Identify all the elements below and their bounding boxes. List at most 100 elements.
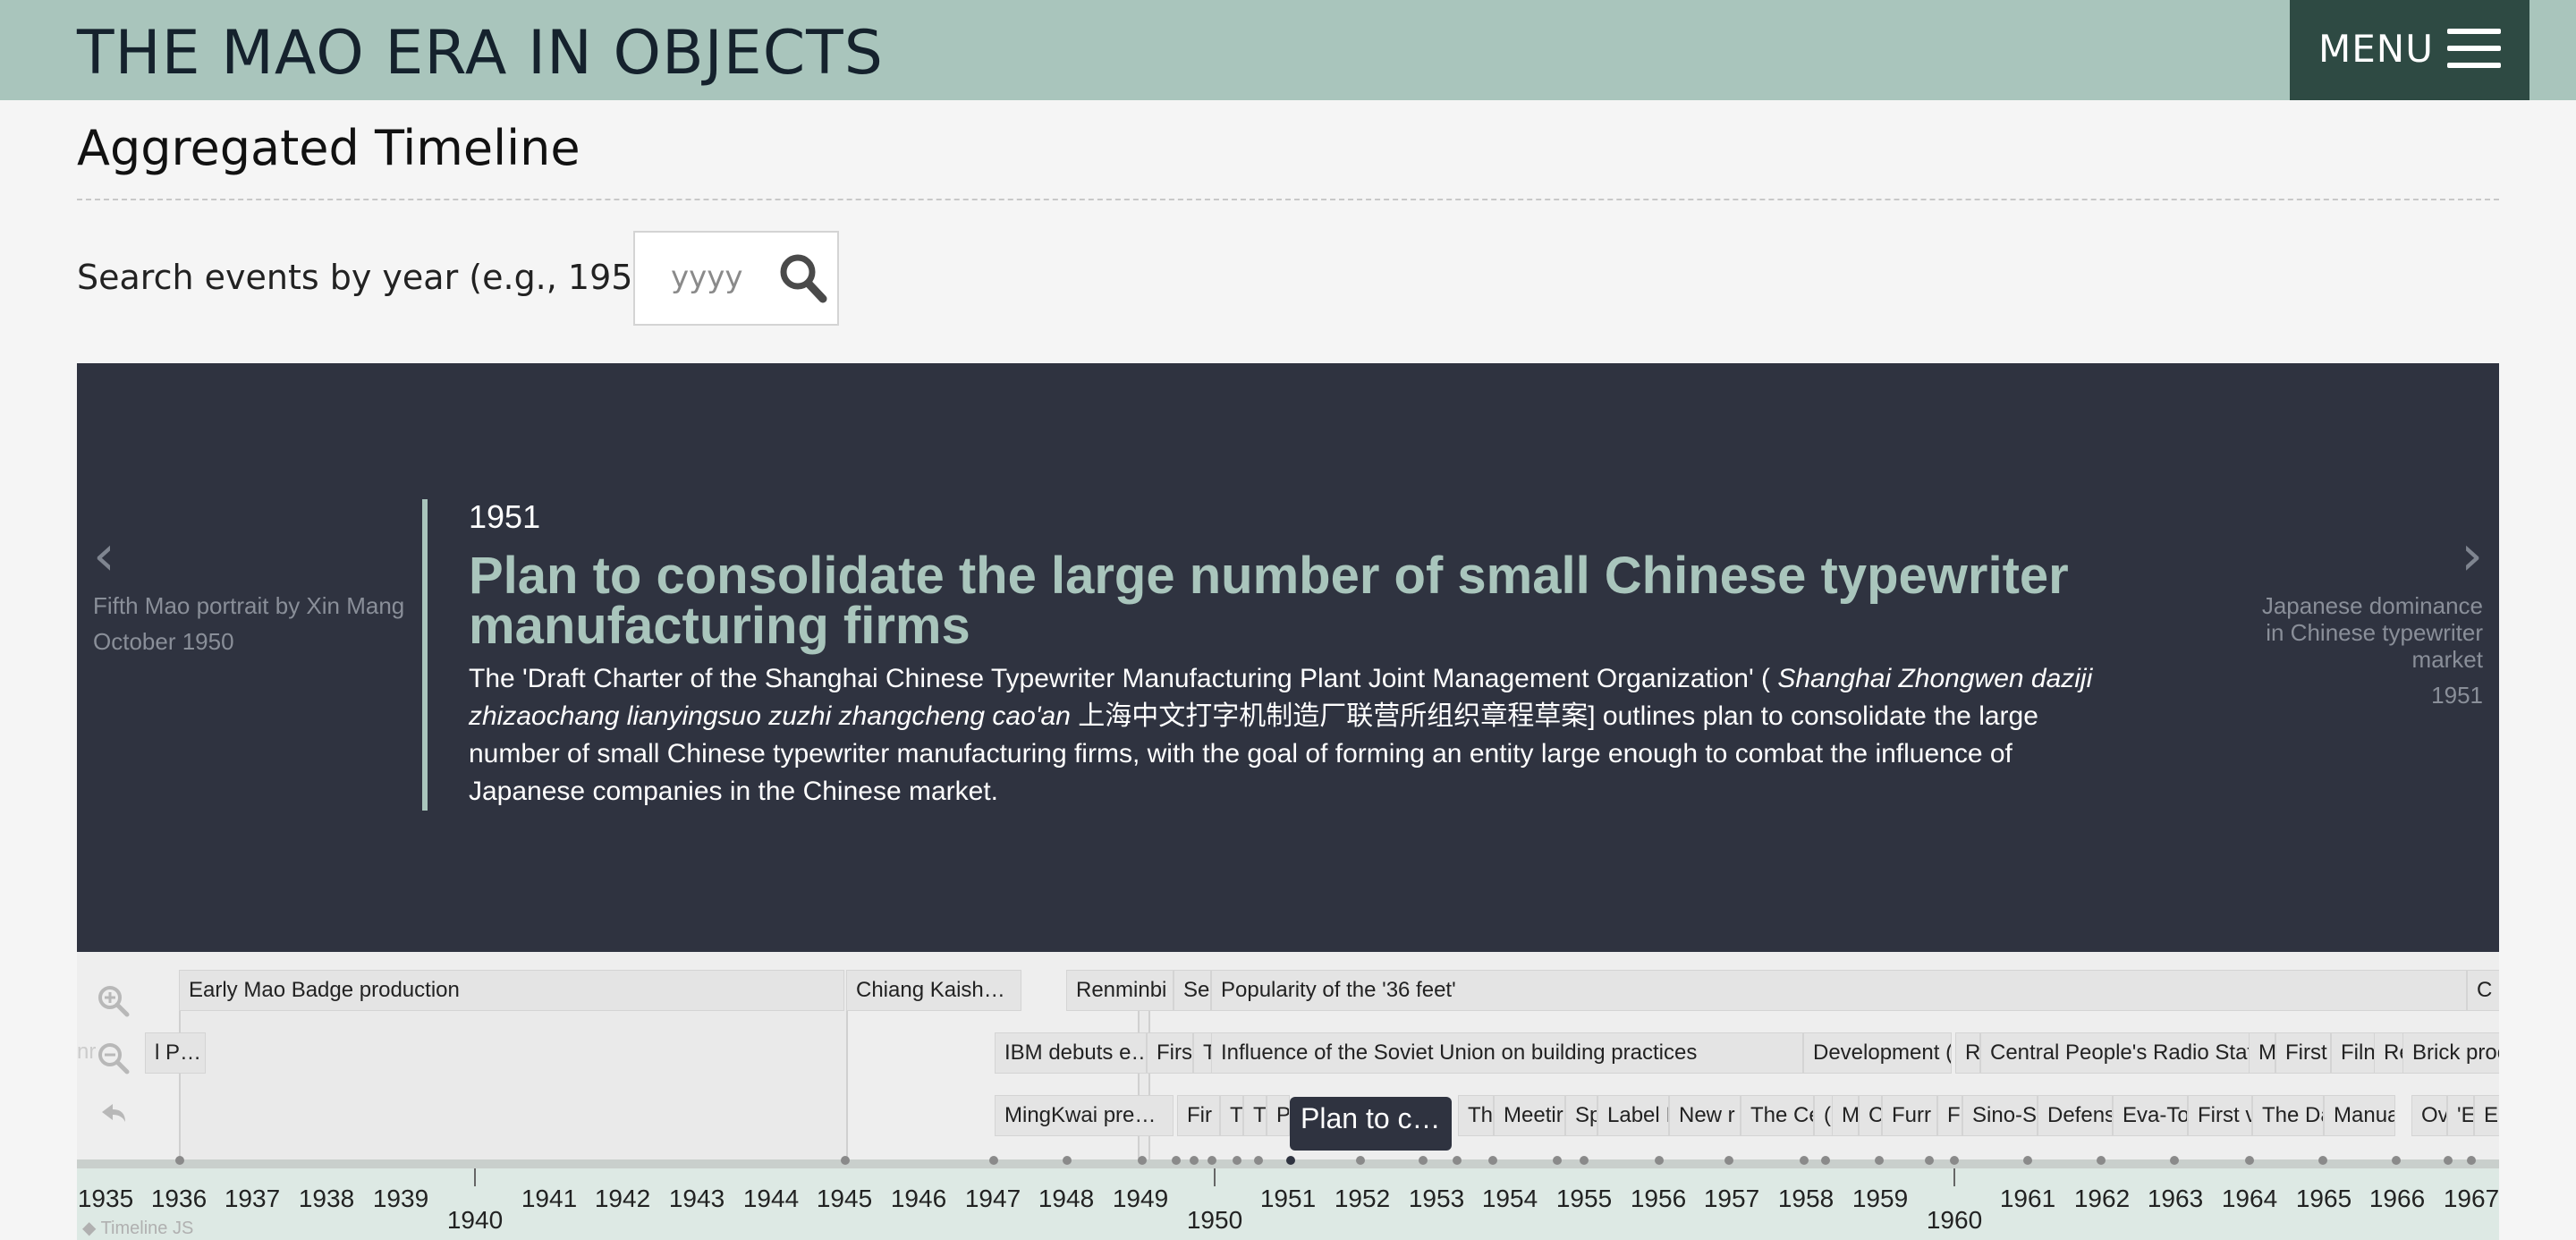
timeline-event[interactable]: l P… <box>145 1032 206 1074</box>
zoom-out-icon[interactable] <box>97 1041 131 1075</box>
menu-button[interactable]: MENU <box>2290 0 2529 100</box>
search-icon[interactable] <box>778 252 828 304</box>
event-marker <box>175 1156 184 1165</box>
active-timeline-event[interactable]: Plan to c… <box>1290 1097 1452 1151</box>
timeline-event[interactable]: Influence of the Soviet Union on buildin… <box>1211 1032 1803 1074</box>
year-tick: 1957 <box>1703 1185 1760 1212</box>
search-label: Search events by year (e.g., 1950): <box>77 258 680 297</box>
event-marker <box>1233 1156 1241 1165</box>
timeline-event[interactable]: Furr <box>1882 1095 1937 1136</box>
event-marker <box>1875 1156 1884 1165</box>
timeline-event[interactable]: Th <box>1458 1095 1494 1136</box>
event-marker <box>2170 1156 2179 1165</box>
timeline-event[interactable]: Popularity of the '36 feet' <box>1211 970 2467 1011</box>
decade-tick <box>474 1168 476 1186</box>
timeline-event[interactable]: Fir <box>1177 1095 1220 1136</box>
timeline-event[interactable]: Sino-S <box>1962 1095 2038 1136</box>
timeline-event[interactable]: First <box>2275 1032 2331 1074</box>
timeline-event[interactable]: Chiang Kaish… <box>846 970 1021 1011</box>
decade-tick <box>1953 1168 1955 1186</box>
timeline-event[interactable]: C <box>1859 1095 1882 1136</box>
event-marker <box>1488 1156 1497 1165</box>
year-tick: 1949 <box>1112 1185 1169 1212</box>
timeline-event[interactable]: P <box>1267 1095 1290 1136</box>
event-marker <box>1208 1156 1216 1165</box>
time-axis: 1935 1936 1937 1938 1939 1941 1942 1943 … <box>77 1156 2499 1240</box>
year-tick: 1959 <box>1852 1185 1909 1212</box>
year-tick: 1951 <box>1259 1185 1317 1212</box>
timeline-event[interactable]: 'E <box>2447 1095 2474 1136</box>
timeline-event[interactable]: T <box>1193 1032 1213 1074</box>
timeline-event[interactable]: T <box>1243 1095 1267 1136</box>
slide-text: The 'Draft Charter of the Shanghai Chine… <box>469 660 2114 811</box>
timeline-event[interactable]: M <box>1832 1095 1859 1136</box>
timeline-event[interactable]: Central People's Radio Stat <box>1980 1032 2258 1074</box>
site-title[interactable]: THE MAO ERA IN OBJECTS <box>77 18 884 89</box>
slide-year: 1951 <box>469 498 541 535</box>
zoom-in-icon[interactable] <box>97 984 131 1018</box>
site-header: THE MAO ERA IN OBJECTS MENU <box>0 0 2576 100</box>
year-tick: 1945 <box>816 1185 873 1212</box>
previous-slide-title: Fifth Mao portrait by Xin Mang <box>93 592 405 619</box>
timeline-event[interactable]: R <box>1955 1032 1980 1074</box>
timeline-event[interactable]: Manua <box>2324 1095 2395 1136</box>
event-marker <box>1453 1156 1462 1165</box>
timelinejs-attribution[interactable]: ◆ Timeline JS <box>82 1217 193 1239</box>
menu-label: MENU <box>2318 27 2434 71</box>
timeline-event[interactable]: M <box>2249 1032 2275 1074</box>
event-marker <box>1063 1156 1072 1165</box>
previous-slide-nav[interactable]: ‹ Fifth Mao portrait by Xin Mang October… <box>93 522 433 656</box>
year-tick: 1944 <box>742 1185 800 1212</box>
timeline-event[interactable]: ( <box>1814 1095 1834 1136</box>
timeline-event[interactable]: Sp <box>1565 1095 1597 1136</box>
timeline-event[interactable]: F <box>1937 1095 1962 1136</box>
year-tick: 1948 <box>1038 1185 1095 1212</box>
timeline-event[interactable]: Renminbi : <box>1066 970 1174 1011</box>
year-tick: 1965 <box>2295 1185 2352 1212</box>
timeline-event[interactable]: Re <box>2374 1032 2406 1074</box>
timeline-event[interactable]: Ov <box>2411 1095 2447 1136</box>
timeline-event[interactable]: New r <box>1669 1095 1741 1136</box>
timeline-event[interactable]: Meetir <box>1494 1095 1565 1136</box>
timeline-event[interactable]: The Ce <box>1741 1095 1814 1136</box>
next-slide-nav[interactable]: › Japanese dominance in Chinese typewrit… <box>2241 524 2483 709</box>
event-marker <box>1356 1156 1365 1165</box>
timeline-event[interactable]: Label I <box>1597 1095 1669 1136</box>
event-marker <box>2245 1156 2254 1165</box>
year-tick: 1943 <box>668 1185 725 1212</box>
timeline-event[interactable]: Early Mao Badge production <box>179 970 844 1011</box>
back-to-start-icon[interactable] <box>97 1099 131 1133</box>
timeline-event[interactable]: First v <box>2188 1095 2252 1136</box>
year-search-box <box>633 231 839 326</box>
timeline-event[interactable]: Eva-To <box>2113 1095 2188 1136</box>
next-slide-title: Japanese dominance in Chinese typewriter… <box>2261 592 2483 673</box>
slide-headline: Plan to consolidate the large number of … <box>469 547 2069 655</box>
timeline-event[interactable]: Defens <box>2038 1095 2113 1136</box>
timeline-event[interactable]: The Da <box>2252 1095 2324 1136</box>
year-tick: 1952 <box>1334 1185 1391 1212</box>
year-search-input[interactable] <box>637 234 762 320</box>
timeline-event[interactable]: IBM debuts e… <box>995 1032 1147 1074</box>
year-tick: 1936 <box>150 1185 208 1212</box>
year-tick: 1958 <box>1777 1185 1835 1212</box>
timeline-event[interactable]: Development ( <box>1803 1032 1952 1074</box>
timeline-event[interactable]: C <box>2467 970 2499 1011</box>
event-marker <box>989 1156 998 1165</box>
timeline-event[interactable]: Se <box>1174 970 1211 1011</box>
event-marker <box>2318 1156 2327 1165</box>
year-tick: 1935 <box>77 1185 134 1212</box>
slide-text-intro: The 'Draft Charter of the Shanghai Chine… <box>469 664 1778 693</box>
timeline-event[interactable]: T <box>1220 1095 1243 1136</box>
timeline-event[interactable]: Brick proc <box>2402 1032 2499 1074</box>
year-tick: 1962 <box>2073 1185 2131 1212</box>
event-marker <box>2392 1156 2401 1165</box>
timeline-navigator: Early Mao Badge production Chiang Kaish…… <box>77 952 2499 1240</box>
divider <box>77 199 2499 200</box>
event-marker <box>1655 1156 1664 1165</box>
timeline-event[interactable]: MingKwai pre… <box>995 1095 1174 1136</box>
timeline-event[interactable]: First <box>1147 1032 1193 1074</box>
timelinejs-logo-icon: ◆ <box>82 1219 101 1238</box>
year-tick: 1938 <box>298 1185 355 1212</box>
timeline-event[interactable]: Ei <box>2474 1095 2499 1136</box>
chevron-left-icon: ‹ <box>93 522 115 588</box>
